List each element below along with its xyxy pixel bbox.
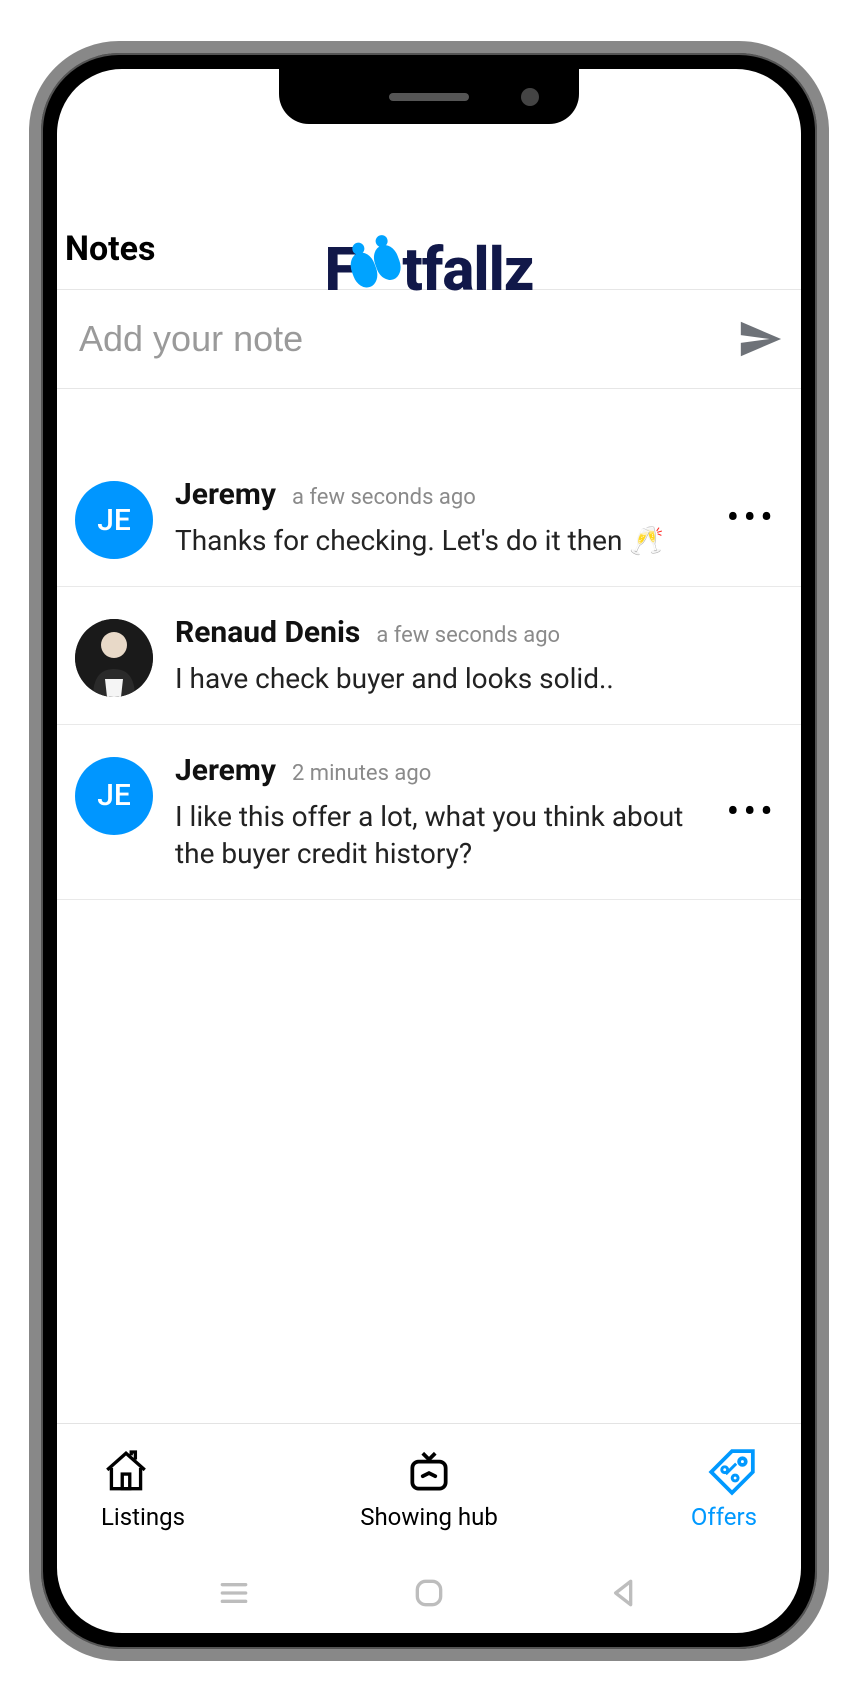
tab-offers[interactable]: Offers — [538, 1424, 801, 1553]
note-body: Renaud Denis a few seconds ago I have ch… — [175, 615, 777, 698]
android-nav-bar — [57, 1553, 801, 1633]
triangle-back-icon — [604, 1573, 644, 1613]
note-author: Renaud Denis — [175, 615, 360, 650]
note-body: Jeremy a few seconds ago Thanks for chec… — [175, 477, 705, 560]
rounded-square-icon — [409, 1573, 449, 1613]
notch-camera — [521, 88, 539, 106]
brand-logo: F tfallz — [324, 234, 533, 305]
tab-label: Listings — [101, 1503, 185, 1531]
note-header: Renaud Denis a few seconds ago — [175, 615, 777, 650]
note-header: Jeremy 2 minutes ago — [175, 753, 705, 788]
phone-frame: Notes F tfallz — [29, 41, 829, 1661]
note-menu-icon[interactable]: ••• — [727, 499, 777, 538]
tag-icon — [707, 1447, 757, 1497]
tab-bar: Listings Showing hub O — [57, 1423, 801, 1553]
screen: Notes F tfallz — [57, 69, 801, 1633]
note-item: JE Jeremy a few seconds ago Thanks for c… — [57, 449, 801, 587]
menu-lines-icon — [214, 1573, 254, 1613]
device-mockup: Notes F tfallz — [0, 0, 858, 1702]
note-text: Thanks for checking. Let's do it then 🥂 — [175, 522, 705, 560]
avatar-initials: JE — [75, 481, 153, 559]
note-body: Jeremy 2 minutes ago I like this offer a… — [175, 753, 705, 874]
logo-suffix: tfallz — [402, 234, 533, 305]
send-icon[interactable] — [737, 316, 783, 362]
person-silhouette-icon — [75, 619, 153, 697]
note-author: Jeremy — [175, 477, 276, 512]
note-text: I like this offer a lot, what you think … — [175, 798, 705, 874]
avatar-photo — [75, 619, 153, 697]
note-timestamp: a few seconds ago — [292, 485, 476, 510]
note-menu-icon[interactable]: ••• — [727, 793, 777, 832]
tab-listings[interactable]: Listings — [57, 1424, 320, 1553]
logo-feet-icon — [352, 252, 400, 288]
back-button[interactable] — [604, 1573, 644, 1613]
note-input[interactable] — [79, 318, 725, 360]
note-author: Jeremy — [175, 753, 276, 788]
notch-speaker — [389, 93, 469, 101]
home-button[interactable] — [409, 1573, 449, 1613]
tab-label: Offers — [691, 1503, 757, 1531]
note-timestamp: a few seconds ago — [376, 623, 560, 648]
note-item: JE Jeremy 2 minutes ago I like this offe… — [57, 725, 801, 901]
home-icon — [101, 1447, 151, 1497]
note-header: Jeremy a few seconds ago — [175, 477, 705, 512]
tab-label: Showing hub — [360, 1503, 498, 1531]
notes-list[interactable]: JE Jeremy a few seconds ago Thanks for c… — [57, 389, 801, 1423]
page-title: Notes — [65, 229, 156, 269]
avatar-initials: JE — [75, 757, 153, 835]
tv-icon — [404, 1447, 454, 1497]
recent-apps-button[interactable] — [214, 1573, 254, 1613]
note-timestamp: 2 minutes ago — [292, 761, 431, 786]
tab-showing-hub[interactable]: Showing hub — [320, 1424, 539, 1553]
note-text: I have check buyer and looks solid.. — [175, 660, 777, 698]
phone-notch — [279, 69, 579, 124]
note-item: Renaud Denis a few seconds ago I have ch… — [57, 587, 801, 725]
